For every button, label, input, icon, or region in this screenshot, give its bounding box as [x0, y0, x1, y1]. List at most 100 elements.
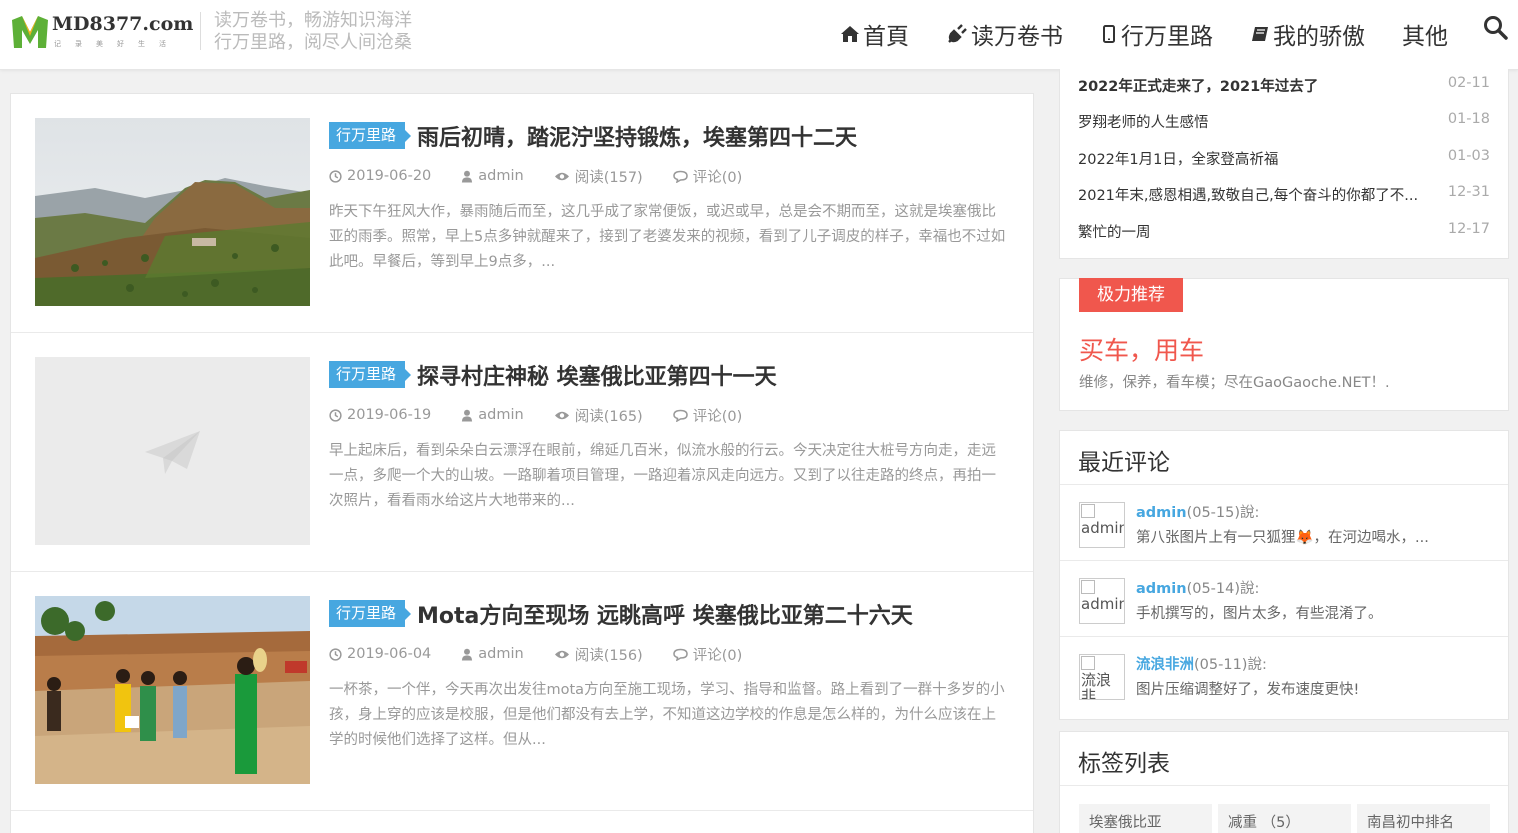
post-views-text: 阅读(156) — [574, 647, 643, 664]
site-header: MD8377.com 记录美好生活 读万卷书，畅游知识海洋 行万里路，阅尽人间沧… — [0, 0, 1518, 70]
recommend-widget: 极力推荐 买车，用车 维修，保养，看车模；尽在GaoGaoche.NET！. — [1059, 278, 1509, 411]
nav-read[interactable]: 读万卷书 — [946, 14, 1063, 54]
post-author: admin — [461, 646, 524, 662]
tag-item[interactable]: 埃塞俄比亚 — [1079, 804, 1212, 833]
category-tag[interactable]: 行万里路 — [329, 600, 412, 627]
comment-text[interactable]: 第八张图片上有一只狐狸🦊，在河边喝水，... — [1136, 526, 1429, 547]
post-comments: 评论(0) — [672, 166, 743, 187]
recent-post-item[interactable]: 2022年1月1日，全家登高祈福 01-03 — [1078, 148, 1490, 168]
comment-icon — [672, 170, 688, 183]
post-date: 2019-06-19 — [329, 407, 431, 423]
nav-travel[interactable]: 行万里路 — [1100, 14, 1213, 54]
comment-when: (05-11)說: — [1194, 657, 1267, 673]
post-title[interactable]: Mota方向至现场 远眺高呼 埃塞俄比亚第二十六天 — [417, 598, 913, 630]
post-author-text[interactable]: admin — [478, 168, 523, 184]
post-comments-text[interactable]: 评论(0) — [693, 405, 743, 426]
eye-icon — [554, 411, 569, 419]
recent-post-date: 12-17 — [1447, 221, 1490, 237]
logo-subtitle: 记录美好生活 — [54, 40, 180, 48]
post-views: 阅读(157) — [554, 166, 643, 187]
post-date-text: 2019-06-19 — [347, 407, 432, 423]
recent-post-title[interactable]: 罗翔老师的人生感悟 — [1078, 111, 1428, 132]
broken-image-icon — [1081, 656, 1095, 670]
clock-icon — [329, 408, 342, 422]
widget-title: 标签列表 — [1078, 751, 1170, 777]
comment-text[interactable]: 图片压缩调整好了，发布速度更快! — [1136, 678, 1359, 699]
post-item: 行万里路 探寻村庄神秘 埃塞俄比亚第四十一天 2019-06-19 admin … — [11, 333, 1033, 572]
post-thumbnail[interactable] — [35, 118, 310, 306]
post-comments-text[interactable]: 评论(0) — [693, 166, 743, 187]
nav-home[interactable]: 首頁 — [840, 14, 909, 54]
post-author-text[interactable]: admin — [478, 407, 523, 423]
slogan-line-1: 读万卷书，畅游知识海洋 — [214, 10, 412, 31]
category-tag[interactable]: 行万里路 — [329, 361, 412, 388]
recommend-badge: 极力推荐 — [1079, 278, 1183, 312]
header-divider — [200, 12, 201, 50]
nav-label: 其他 — [1402, 24, 1448, 50]
avatar: admin — [1079, 578, 1125, 624]
tag-item[interactable]: 南昌初中排名 — [1357, 804, 1490, 833]
post-views: 阅读(156) — [554, 644, 643, 665]
comment-author[interactable]: admin — [1136, 505, 1187, 521]
avatar-alt-text: admin — [1081, 595, 1125, 613]
nav-label: 行万里路 — [1121, 24, 1213, 50]
nav-label: 我的骄傲 — [1273, 24, 1365, 50]
recommend-title[interactable]: 买车，用车 — [1079, 331, 1204, 367]
recent-post-title[interactable]: 2022年正式走来了，2021年过去了 — [1078, 75, 1428, 96]
tag-list-widget: 标签列表 埃塞俄比亚 减重 （5） 南昌初中排名 — [1059, 731, 1509, 833]
comment-header: admin(05-14)說: — [1136, 577, 1259, 598]
logo-m-icon — [12, 16, 48, 48]
comment-author[interactable]: 流浪非洲 — [1136, 657, 1194, 673]
avatar: admin — [1079, 502, 1125, 548]
comment-when: (05-15)說: — [1186, 505, 1260, 521]
tag-item[interactable]: 减重 （5） — [1218, 804, 1351, 833]
nav-pride[interactable]: 我的骄傲 — [1250, 14, 1365, 54]
post-date-text: 2019-06-04 — [347, 646, 432, 662]
recent-post-item[interactable]: 繁忙的一周 12-17 — [1078, 221, 1490, 241]
avatar: 流浪非 — [1079, 654, 1125, 700]
recent-post-date: 12-31 — [1447, 184, 1490, 200]
user-icon — [462, 648, 473, 661]
post-author: admin — [461, 407, 524, 423]
comment-text[interactable]: 手机撰写的，图片太多，有些混淆了。 — [1136, 602, 1383, 623]
post-thumbnail[interactable] — [35, 357, 310, 545]
comment-author[interactable]: admin — [1136, 581, 1187, 597]
post-comments-text[interactable]: 评论(0) — [693, 644, 743, 665]
category-tag[interactable]: 行万里路 — [329, 122, 412, 149]
post-date: 2019-06-04 — [329, 646, 431, 662]
post-thumbnail[interactable] — [35, 596, 310, 784]
post-title[interactable]: 雨后初晴，踏泥泞坚持锻炼，埃塞第四十二天 — [417, 120, 857, 152]
nav-label: 首頁 — [863, 24, 909, 50]
nav-other[interactable]: 其他 — [1402, 14, 1448, 54]
recent-post-title[interactable]: 繁忙的一周 — [1078, 221, 1428, 242]
recent-post-item[interactable]: 2022年正式走来了，2021年过去了 02-11 — [1078, 75, 1490, 95]
post-comments: 评论(0) — [672, 644, 743, 665]
recommend-description: 维修，保养，看车模；尽在GaoGaoche.NET！. — [1079, 375, 1390, 391]
comment-item: admin admin(05-15)說: 第八张图片上有一只狐狸🦊，在河边喝水，… — [1060, 485, 1508, 561]
recent-post-item[interactable]: 2021年末,感恩相遇,致敬自己,每个奋斗的你都了不... 12-31 — [1078, 184, 1490, 204]
post-views-text: 阅读(165) — [574, 408, 643, 425]
site-logo[interactable]: MD8377.com 记录美好生活 — [10, 12, 193, 52]
post-date: 2019-06-20 — [329, 168, 431, 184]
post-comments: 评论(0) — [672, 405, 743, 426]
post-views-text: 阅读(157) — [574, 169, 643, 186]
plug-icon — [948, 24, 967, 43]
recent-post-title[interactable]: 2022年1月1日，全家登高祈福 — [1078, 148, 1428, 169]
avatar-alt-text: admin — [1081, 519, 1125, 537]
post-excerpt: 昨天下午狂风大作，暴雨随后而至，这几乎成了家常便饭，或迟或早，总是会不期而至，这… — [329, 204, 1006, 270]
search-icon[interactable] — [1482, 14, 1510, 42]
post-excerpt: 一杯茶，一个伴，今天再次出发往mota方向至施工现场，学习、指导和监督。路上看到… — [329, 682, 1005, 748]
book-icon — [1252, 27, 1268, 41]
post-meta: 2019-06-04 admin 阅读(156) 评论(0) — [329, 644, 772, 664]
post-title[interactable]: 探寻村庄神秘 埃塞俄比亚第四十一天 — [417, 359, 777, 391]
widget-header: 标签列表 — [1060, 732, 1508, 786]
widget-title: 最近评论 — [1078, 450, 1170, 476]
recent-post-title[interactable]: 2021年末,感恩相遇,致敬自己,每个奋斗的你都了不... — [1078, 184, 1428, 205]
recent-post-item[interactable]: 罗翔老师的人生感悟 01-18 — [1078, 111, 1490, 131]
post-item: 行万里路 雨后初晴，踏泥泞坚持锻炼，埃塞第四十二天 2019-06-20 adm… — [11, 94, 1033, 333]
recent-comments-widget: 最近评论 admin admin(05-15)說: 第八张图片上有一只狐狸🦊，在… — [1059, 430, 1509, 720]
post-author-text[interactable]: admin — [478, 646, 523, 662]
comment-icon — [672, 648, 688, 661]
post-list: 行万里路 雨后初晴，踏泥泞坚持锻炼，埃塞第四十二天 2019-06-20 adm… — [10, 93, 1034, 833]
comment-when: (05-14)說: — [1186, 581, 1260, 597]
